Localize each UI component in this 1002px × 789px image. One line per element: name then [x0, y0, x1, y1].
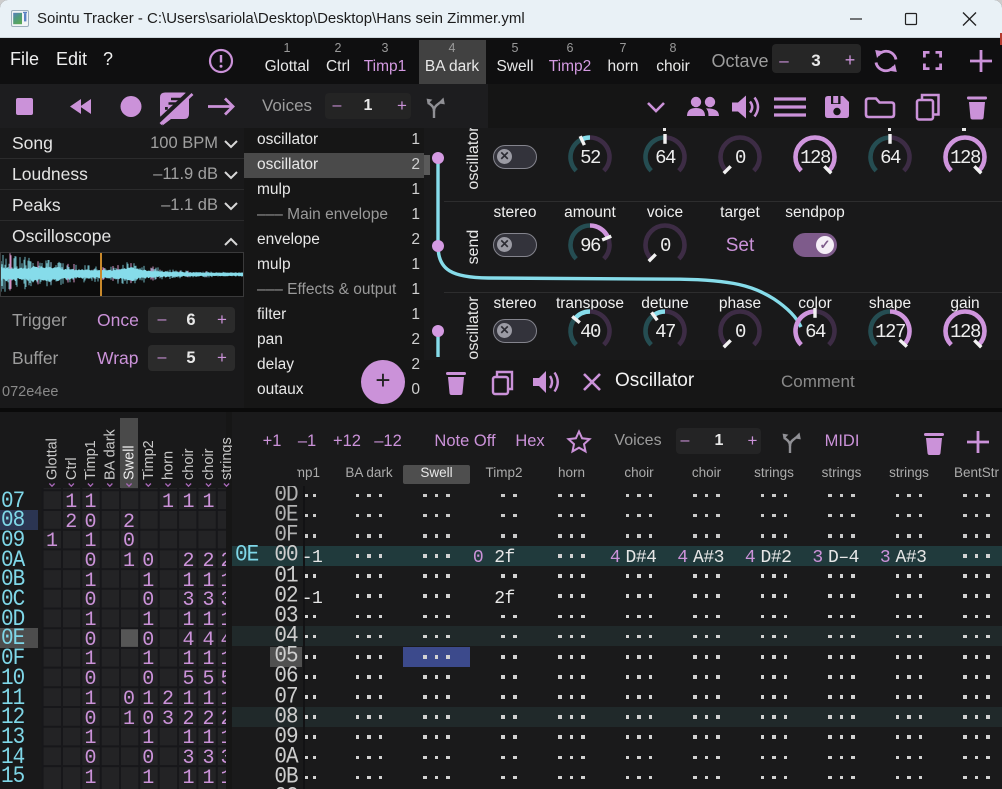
svg-text:oscillator: oscillator [465, 128, 482, 190]
svg-text:send: send [465, 230, 482, 265]
